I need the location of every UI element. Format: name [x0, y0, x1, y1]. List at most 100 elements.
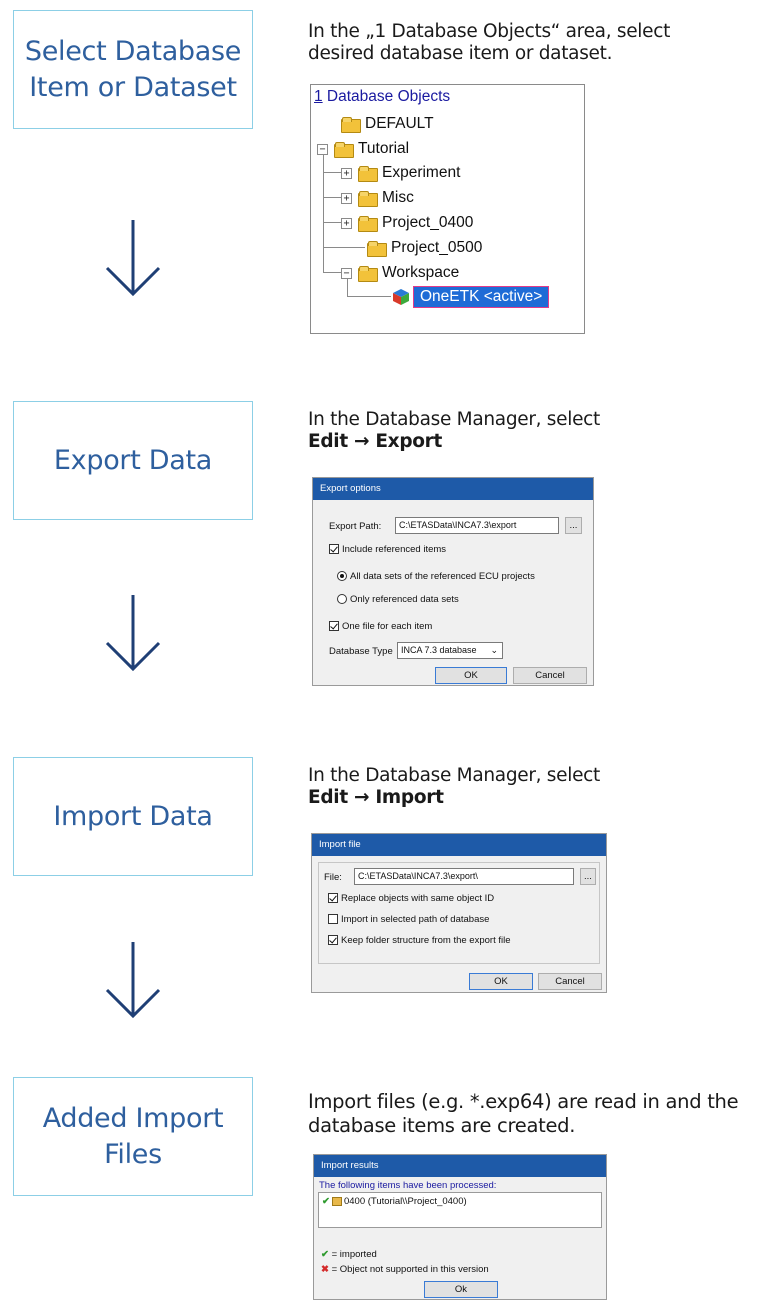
tree-item-label: DEFAULT [365, 115, 434, 132]
checkbox-label: One file for each item [342, 621, 433, 632]
database-objects-panel: 1 Database Objects DEFAULT − Tutorial + … [310, 84, 585, 334]
ok-button[interactable]: OK [469, 973, 533, 990]
panel-title: 1 Database Objects [314, 88, 451, 105]
legend-label: = imported [331, 1249, 377, 1260]
step-label: Item or Dataset [29, 71, 237, 103]
tree-item-default[interactable]: DEFAULT [341, 113, 434, 135]
export-options-dialog: Export options Export Path: C:\ETASData\… [312, 477, 594, 686]
step-label: Export Data [53, 444, 213, 476]
one-file-checkbox[interactable]: One file for each item [329, 621, 432, 632]
legend-label: = Object not supported in this version [331, 1264, 489, 1275]
folder-icon [367, 241, 387, 257]
tree-item-label: Project_0500 [391, 239, 483, 256]
desc-line: In the Database Manager, select [308, 409, 600, 430]
step2-description: In the Database Manager, select Edit → E… [308, 409, 600, 453]
step-label: Select Database [24, 35, 242, 67]
expand-icon[interactable]: + [341, 217, 352, 229]
desc-command: Edit → Export [308, 431, 443, 452]
step1-description: In the „1 Database Objects“ area, select… [308, 21, 670, 65]
tree-item-label-active: OneETK <active> [413, 286, 550, 308]
folder-icon [358, 166, 378, 182]
ok-button[interactable]: OK [435, 667, 507, 684]
desc-line: Import files (e.g. *.exp64) are read in … [308, 1090, 739, 1113]
tree-item-project-0500[interactable]: Project_0500 [367, 237, 482, 259]
radio-all-data-sets[interactable]: All data sets of the referenced ECU proj… [337, 571, 535, 582]
ok-button[interactable]: Ok [424, 1281, 498, 1298]
tree-item-misc[interactable]: + Misc [341, 187, 414, 209]
keep-folder-structure-checkbox[interactable]: Keep folder structure from the export fi… [328, 935, 511, 946]
checkbox-unchecked-icon [328, 914, 338, 925]
export-path-input[interactable]: C:\ETASData\INCA7.3\export [395, 517, 559, 534]
tree-item-project-0400[interactable]: + Project_0400 [341, 212, 473, 234]
step-box-select: Select Database Item or Dataset [13, 10, 253, 129]
import-selected-path-checkbox[interactable]: Import in selected path of database [328, 914, 489, 925]
step-label: Added Import [42, 1102, 224, 1134]
legend-imported: ✔ = imported [321, 1249, 377, 1260]
database-type-select[interactable]: INCA 7.3 database ⌄ [397, 642, 503, 659]
tree-item-tutorial[interactable]: − Tutorial [317, 138, 409, 160]
desc-line: database items are created. [308, 1114, 576, 1137]
desc-line: In the Database Manager, select [308, 765, 600, 786]
dialog-title: Export options [313, 478, 593, 500]
expand-icon[interactable]: + [341, 167, 352, 179]
radio-label: Only referenced data sets [350, 594, 459, 605]
collapse-icon[interactable]: − [341, 267, 352, 279]
step-box-import: Import Data [13, 757, 253, 876]
browse-button[interactable]: ... [565, 517, 582, 534]
step3-description: In the Database Manager, select Edit → I… [308, 765, 600, 809]
checkbox-checked-icon [328, 893, 338, 904]
result-item[interactable]: ✔ 0400 (Tutorial\\Project_0400) [322, 1196, 467, 1207]
checkbox-label: Include referenced items [342, 544, 447, 555]
checkmark-icon: ✔ [322, 1196, 330, 1207]
checkbox-checked-icon [328, 935, 338, 946]
expand-icon[interactable]: + [341, 192, 352, 204]
result-item-label: 0400 (Tutorial\\Project_0400) [343, 1196, 467, 1207]
step-label: Files [104, 1138, 162, 1170]
down-arrow-icon [105, 220, 161, 297]
tree-item-label: Experiment [382, 164, 461, 181]
import-results-dialog: Import results The following items have … [313, 1154, 607, 1300]
radio-unselected-icon [337, 594, 347, 605]
workspace-cube-icon [393, 289, 409, 305]
checkbox-label: Replace objects with same object ID [341, 893, 495, 904]
checkbox-checked-icon [329, 621, 339, 632]
step4-description: Import files (e.g. *.exp64) are read in … [308, 1090, 739, 1138]
results-list: ✔ 0400 (Tutorial\\Project_0400) [318, 1192, 602, 1228]
radio-only-referenced[interactable]: Only referenced data sets [337, 594, 459, 605]
checkbox-checked-icon [329, 544, 339, 555]
browse-button[interactable]: ... [580, 868, 596, 885]
checkbox-label: Import in selected path of database [341, 914, 490, 925]
folder-icon [358, 266, 378, 282]
include-referenced-checkbox[interactable]: Include referenced items [329, 544, 446, 555]
file-label: File: [324, 872, 342, 883]
folder-icon [334, 142, 354, 158]
file-path-input[interactable]: C:\ETASData\INCA7.3\export\ [354, 868, 574, 885]
legend-unsupported: ✖ = Object not supported in this version [321, 1264, 489, 1275]
cancel-button[interactable]: Cancel [538, 973, 602, 990]
folder-icon [341, 117, 361, 133]
step-box-added: Added Import Files [13, 1077, 253, 1196]
database-type-label: Database Type [329, 646, 393, 657]
desc-line: desired database item or dataset. [308, 43, 613, 64]
tree-item-label: Misc [382, 189, 414, 206]
select-value: INCA 7.3 database [401, 645, 477, 655]
checkmark-icon: ✔ [321, 1249, 332, 1260]
replace-objects-checkbox[interactable]: Replace objects with same object ID [328, 893, 494, 904]
cancel-button[interactable]: Cancel [513, 667, 587, 684]
tree-item-experiment[interactable]: + Experiment [341, 162, 460, 184]
down-arrow-icon [105, 595, 161, 672]
desc-command: Edit → Import [308, 787, 444, 808]
collapse-icon[interactable]: − [317, 143, 328, 155]
step-box-export: Export Data [13, 401, 253, 520]
project-icon [331, 1196, 342, 1206]
tree-item-oneetk[interactable]: OneETK <active> [391, 286, 550, 308]
down-arrow-icon [105, 942, 161, 1019]
chevron-down-icon: ⌄ [490, 645, 498, 655]
tree-item-workspace[interactable]: − Workspace [341, 262, 459, 284]
tree-item-label: Tutorial [358, 140, 410, 157]
cross-icon: ✖ [321, 1264, 332, 1275]
import-file-dialog: Import file File: C:\ETASData\INCA7.3\ex… [311, 833, 607, 993]
tree-item-label: Project_0400 [382, 214, 474, 231]
desc-line: In the „1 Database Objects“ area, select [308, 21, 671, 42]
export-path-label: Export Path: [329, 521, 382, 532]
